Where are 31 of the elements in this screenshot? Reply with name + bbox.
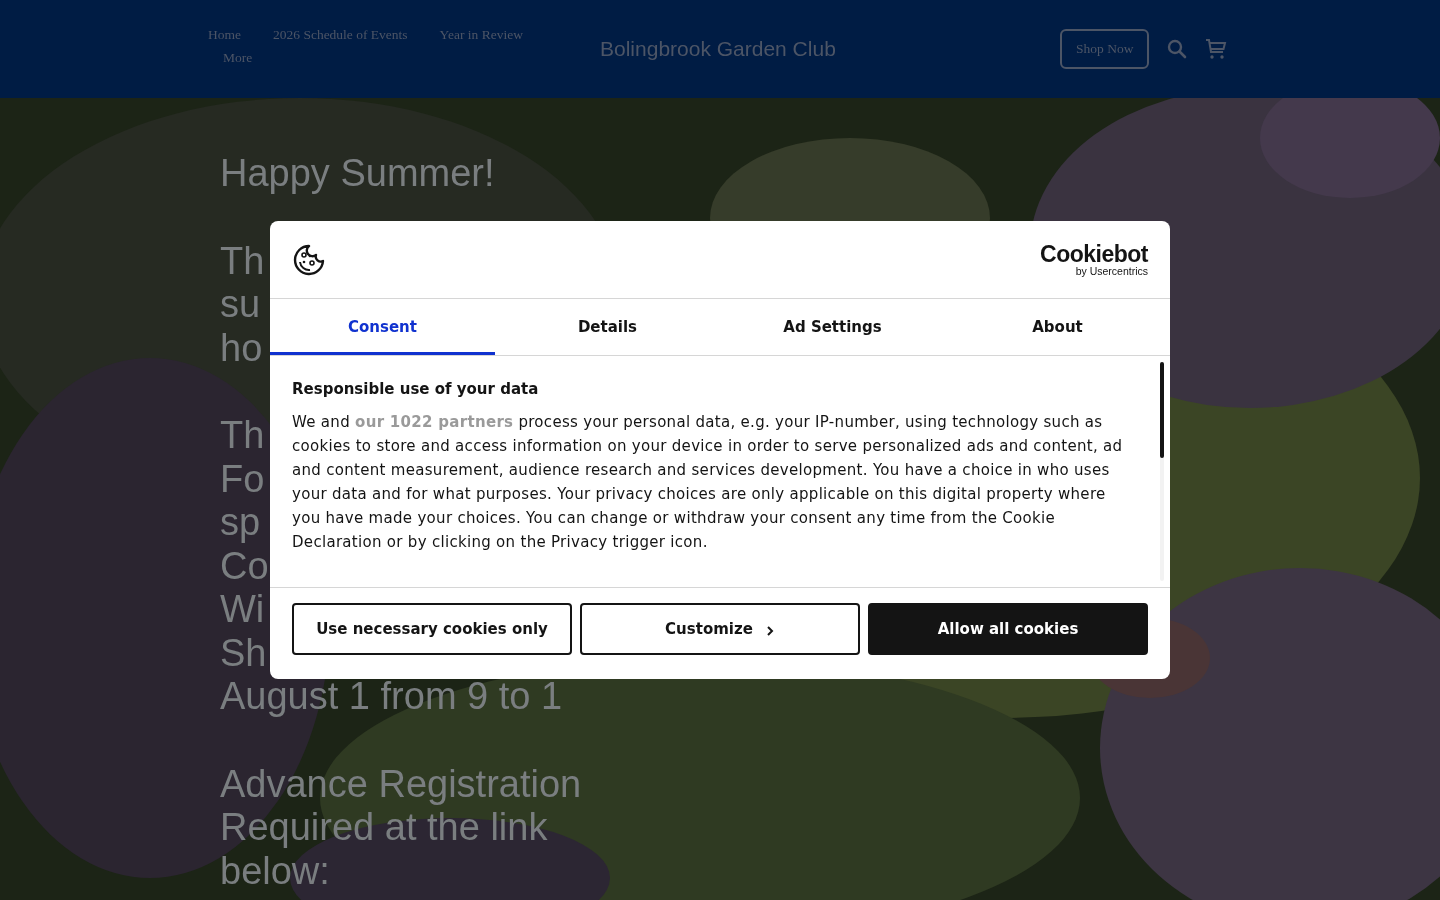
dialog-tab[interactable]: Ad Settings [720, 299, 945, 355]
body-text-line: Fo [220, 457, 265, 501]
body-text-line: ho [220, 326, 263, 370]
body-text-line: Required at the link [220, 806, 548, 850]
customize-button[interactable]: Customize [580, 603, 860, 655]
body-text-line: su [220, 283, 261, 327]
body-text-line: Th [220, 239, 265, 283]
scrollbar[interactable] [1160, 362, 1164, 581]
dialog-heading: Responsible use of your data [292, 380, 540, 398]
body-text-line: Wi [220, 588, 265, 632]
cart-icon[interactable] [1205, 38, 1228, 60]
dialog-tab[interactable]: About [945, 299, 1170, 355]
body-text-line: Th [220, 414, 265, 458]
dialog-tab[interactable]: Consent [270, 299, 495, 355]
necessary-cookies-button[interactable]: Use necessary cookies only [292, 603, 572, 655]
cookie-icon [292, 242, 326, 277]
site-title: Bolingbrook Garden Club [600, 37, 837, 61]
body-text-line: August 1 from 9 to 1 [220, 675, 563, 719]
body-text-line: sp [220, 501, 261, 545]
search-icon[interactable] [1167, 39, 1188, 59]
chevron-icon [764, 624, 775, 637]
body-text-line: below: [220, 849, 330, 893]
allow-all-button[interactable]: Allow all cookies [868, 603, 1148, 655]
body-text-line: Sh [220, 631, 267, 675]
body-text-line: Advance Registration [220, 762, 582, 806]
brand-byline: by Usercentrics [1075, 264, 1148, 277]
consent-paragraph: We and our 1022 partners process your personal data, e.g. your IP-number, using technology such as cookies to store and access information on your device in order to serve personalized ads and content, ad and content measurement, audience research and services development. You have a choice in who uses your data and for what purposes. Your privacy choices are only applicable on this digital property where you have made your choices. You can change or withdraw your consent any time from the Cookie Declaration or by clicking on the Privacy trigger icon. [292, 412, 1124, 553]
dialog-tab[interactable]: Details [495, 299, 720, 355]
body-text-line: Happy Summer! [220, 152, 495, 196]
brand-logo: Cookiebot [1040, 242, 1148, 265]
body-text-line: Co [220, 544, 269, 588]
